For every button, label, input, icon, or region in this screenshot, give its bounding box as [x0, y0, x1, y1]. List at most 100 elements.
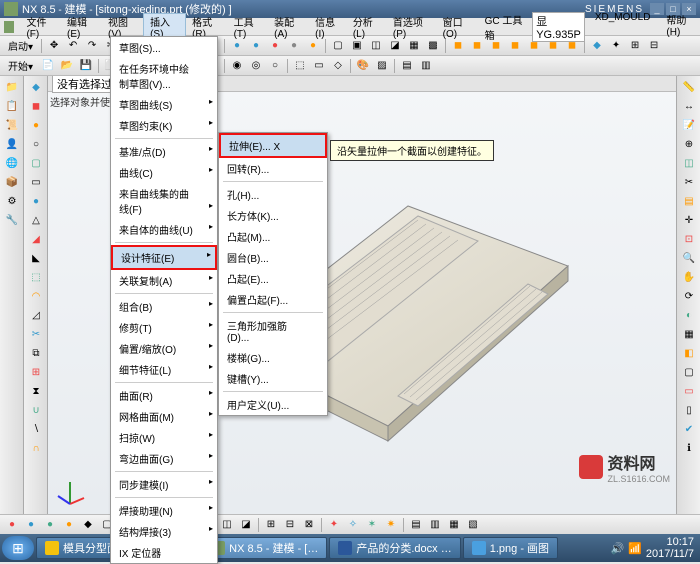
task-paint[interactable]: 1.png - 画图: [463, 537, 558, 559]
insert-item-19[interactable]: 网格曲面(M): [111, 406, 217, 427]
menu-preferences[interactable]: 首选项(P): [387, 14, 437, 40]
task-nx[interactable]: NX 8.5 - 建模 - […: [202, 537, 327, 559]
misc3-icon[interactable]: ⊞: [626, 38, 644, 54]
lnav-role-icon[interactable]: 👤: [2, 135, 22, 153]
bt-13-icon[interactable]: ◪: [237, 517, 255, 533]
task-word[interactable]: 产品的分类.docx …: [329, 537, 460, 559]
lt-sketch-icon[interactable]: ◆: [26, 78, 46, 96]
lt-rib-icon[interactable]: ◢: [26, 230, 46, 248]
lt-cyl-icon[interactable]: ▭: [26, 173, 46, 191]
system-tray[interactable]: 🔊 📶 10:17 2017/11/7: [610, 536, 698, 560]
bt-1-icon[interactable]: ●: [3, 517, 21, 533]
bt-23-icon[interactable]: ▦: [445, 517, 463, 533]
lnav-reuse-icon[interactable]: 📦: [2, 173, 22, 191]
start-dropdown[interactable]: 启动▾: [3, 38, 38, 54]
start-button[interactable]: ⊞: [2, 536, 34, 560]
rt-pan-icon[interactable]: ✋: [679, 268, 699, 286]
ball3-icon[interactable]: ●: [266, 38, 284, 54]
lnav-history-icon[interactable]: 📜: [2, 116, 22, 134]
open-icon[interactable]: 📂: [58, 58, 76, 74]
lt-subtract-icon[interactable]: ∖: [26, 420, 46, 438]
feature-item-11[interactable]: 楼梯(G)...: [219, 347, 327, 368]
bt-14-icon[interactable]: ⊞: [262, 517, 280, 533]
bt-22-icon[interactable]: ▥: [426, 517, 444, 533]
bt-16-icon[interactable]: ⊠: [300, 517, 318, 533]
lt-offset-icon[interactable]: ⧉: [26, 344, 46, 362]
rt-clip-icon[interactable]: ✂: [679, 173, 699, 191]
menu-analysis[interactable]: 分析(L): [347, 14, 387, 40]
lt-cone-icon[interactable]: △: [26, 211, 46, 229]
ball1-icon[interactable]: ●: [228, 38, 246, 54]
tray-volume-icon[interactable]: 🔊: [610, 542, 624, 555]
feat3-icon[interactable]: ◫: [367, 38, 385, 54]
rt-tol-icon[interactable]: ⊕: [679, 135, 699, 153]
ball5-icon[interactable]: ●: [304, 38, 322, 54]
insert-item-11[interactable]: 关联复制(A): [111, 270, 217, 291]
rt-rot-icon[interactable]: ⟳: [679, 287, 699, 305]
rt-sect-icon[interactable]: ◫: [679, 154, 699, 172]
lt-inter-icon[interactable]: ∩: [26, 439, 46, 457]
bt-15-icon[interactable]: ⊟: [281, 517, 299, 533]
insert-item-10[interactable]: 设计特征(E): [111, 245, 217, 270]
bt-12-icon[interactable]: ◫: [218, 517, 236, 533]
feat4-icon[interactable]: ◪: [386, 38, 404, 54]
insert-item-18[interactable]: 曲面(R): [111, 385, 217, 406]
menu-info[interactable]: 信息(I): [309, 14, 347, 40]
menu-file[interactable]: 文件(F): [20, 14, 61, 40]
lt-chamfer-icon[interactable]: ◿: [26, 306, 46, 324]
feat5-icon[interactable]: ▦: [405, 38, 423, 54]
insert-item-20[interactable]: 扫掠(W): [111, 427, 217, 448]
bt-19-icon[interactable]: ✶: [363, 517, 381, 533]
lt-sphere-icon[interactable]: ●: [26, 192, 46, 210]
sel2-icon[interactable]: ▭: [310, 58, 328, 74]
lt-draft-icon[interactable]: ◣: [26, 249, 46, 267]
insert-item-21[interactable]: 弯边曲面(G): [111, 448, 217, 469]
lt-unite-icon[interactable]: ∪: [26, 401, 46, 419]
feature-item-4[interactable]: 长方体(K)...: [219, 205, 327, 226]
bt-20-icon[interactable]: ✷: [382, 517, 400, 533]
rt-dim-icon[interactable]: ↔: [679, 97, 699, 115]
bt-5-icon[interactable]: ◆: [79, 517, 97, 533]
rt-zoom-icon[interactable]: 🔍: [679, 249, 699, 267]
insert-item-25[interactable]: 焊接助理(N): [111, 500, 217, 521]
insert-item-1[interactable]: 在任务环境中绘制草图(V)...: [111, 58, 217, 94]
insert-item-26[interactable]: 结构焊接(3): [111, 521, 217, 542]
render3-icon[interactable]: ○: [266, 58, 284, 74]
tray-net-icon[interactable]: 📶: [628, 542, 642, 555]
bt-21-icon[interactable]: ▤: [407, 517, 425, 533]
rt-info-icon[interactable]: ℹ: [679, 439, 699, 457]
rt-fit-icon[interactable]: ⊡: [679, 230, 699, 248]
misc2-icon[interactable]: ✦: [607, 38, 625, 54]
insert-item-23[interactable]: 同步建模(I): [111, 474, 217, 495]
new-icon[interactable]: 📄: [39, 58, 57, 74]
bt-17-icon[interactable]: ✦: [325, 517, 343, 533]
lt-pattern-icon[interactable]: ⊞: [26, 363, 46, 381]
feature-item-0[interactable]: 拉伸(E)... X: [219, 133, 327, 158]
solid6-icon[interactable]: ◼: [544, 38, 562, 54]
solid3-icon[interactable]: ◼: [487, 38, 505, 54]
open-dropdown[interactable]: 开始▾: [3, 58, 38, 74]
lt-block-icon[interactable]: ▢: [26, 154, 46, 172]
sel3-icon[interactable]: ◇: [329, 58, 347, 74]
rt-iso-icon[interactable]: ◧: [679, 344, 699, 362]
feature-item-8[interactable]: 偏置凸起(F)...: [219, 289, 327, 310]
misc1-icon[interactable]: ◆: [588, 38, 606, 54]
render2-icon[interactable]: ◎: [247, 58, 265, 74]
lt-hole-icon[interactable]: ○: [26, 135, 46, 153]
bt-24-icon[interactable]: ▧: [464, 517, 482, 533]
lt-mirror-icon[interactable]: ⧗: [26, 382, 46, 400]
color1-icon[interactable]: 🎨: [354, 58, 372, 74]
layer2-icon[interactable]: ▥: [417, 58, 435, 74]
solid1-icon[interactable]: ◼: [449, 38, 467, 54]
feature-item-10[interactable]: 三角形加强筋(D)...: [219, 315, 327, 347]
feat1-icon[interactable]: ▢: [329, 38, 347, 54]
lt-revolve-icon[interactable]: ●: [26, 116, 46, 134]
rt-shade-icon[interactable]: ◐: [679, 306, 699, 324]
rt-right-icon[interactable]: ▯: [679, 401, 699, 419]
rt-wire-icon[interactable]: ▦: [679, 325, 699, 343]
rt-layer-icon[interactable]: ▤: [679, 192, 699, 210]
lt-extrude-icon[interactable]: ◼: [26, 97, 46, 115]
redo-icon[interactable]: ↷: [83, 38, 101, 54]
solid5-icon[interactable]: ◼: [525, 38, 543, 54]
bt-2-icon[interactable]: ●: [22, 517, 40, 533]
